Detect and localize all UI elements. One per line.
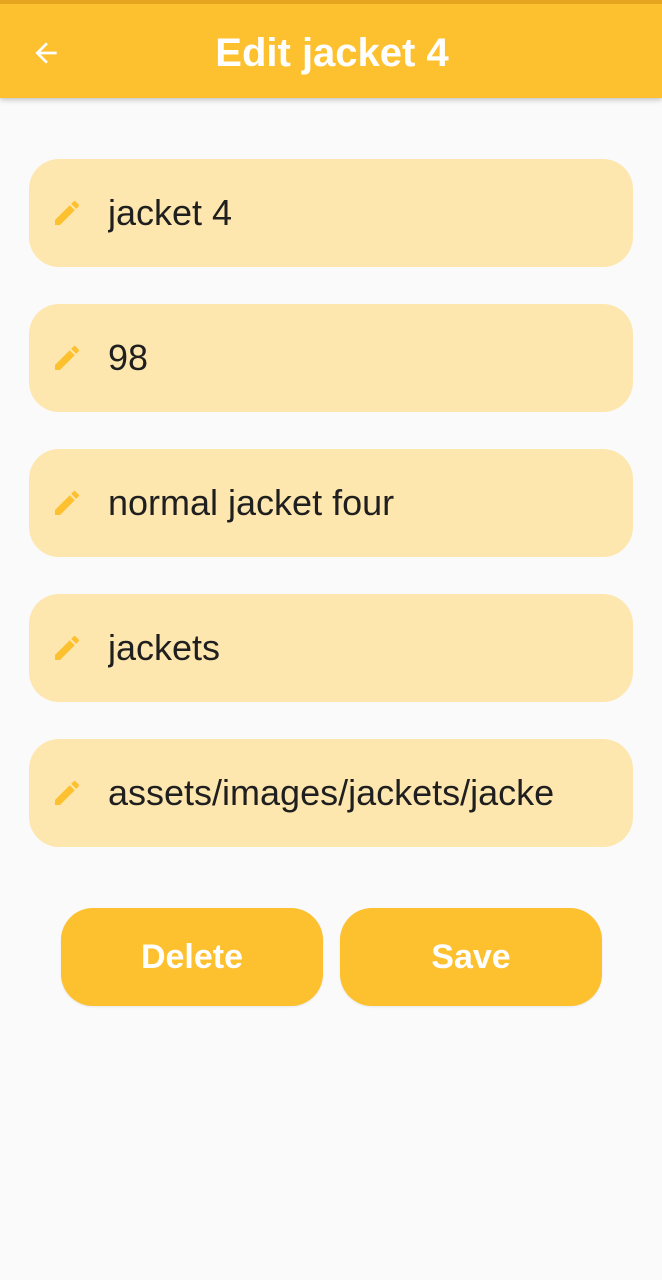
pencil-icon — [55, 200, 80, 225]
name-field[interactable] — [29, 159, 633, 267]
category-field[interactable] — [29, 594, 633, 702]
name-input[interactable] — [108, 159, 598, 267]
pencil-icon — [55, 490, 80, 515]
app-bar: Edit jacket 4 — [0, 0, 662, 98]
description-field[interactable] — [29, 449, 633, 557]
pencil-icon — [55, 345, 80, 370]
category-input[interactable] — [108, 594, 598, 702]
delete-button[interactable]: Delete — [61, 908, 323, 1006]
description-input[interactable] — [108, 449, 598, 557]
image-path-input[interactable] — [108, 739, 598, 847]
pencil-icon — [55, 780, 80, 805]
save-button[interactable]: Save — [340, 908, 602, 1006]
price-input[interactable] — [108, 304, 598, 412]
pencil-icon — [55, 635, 80, 660]
page-title: Edit jacket 4 — [215, 31, 449, 75]
price-field[interactable] — [29, 304, 633, 412]
image-path-field[interactable] — [29, 739, 633, 847]
